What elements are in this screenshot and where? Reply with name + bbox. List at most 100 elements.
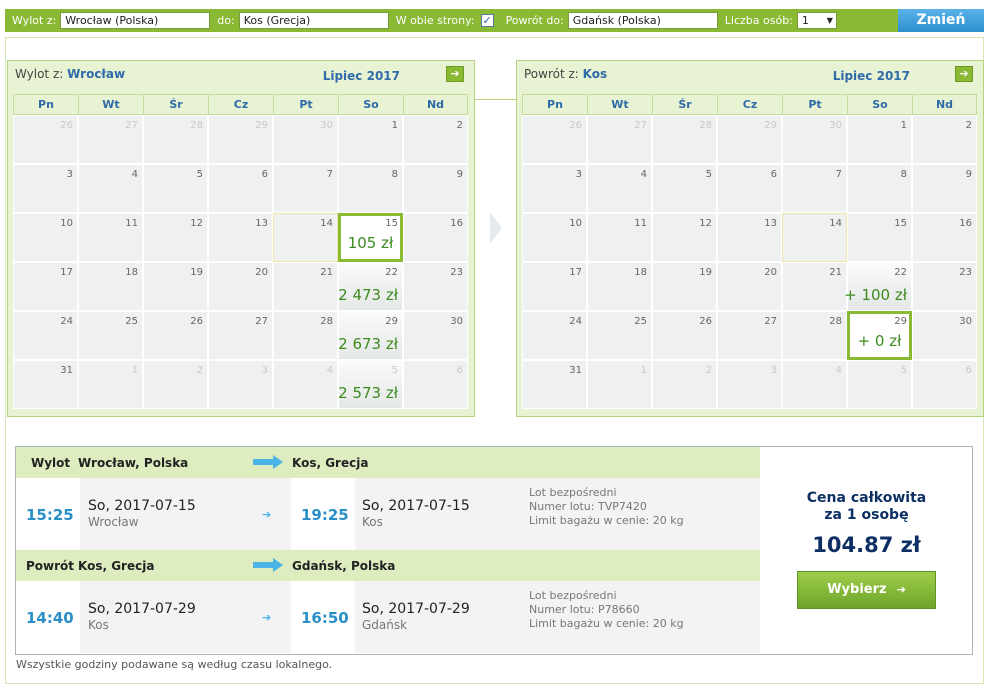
calendar-day[interactable]: 10 bbox=[522, 213, 587, 262]
calendar-day[interactable]: 5 bbox=[143, 164, 208, 213]
calendar-day[interactable]: 18 bbox=[587, 262, 652, 311]
outbound-title-prefix: Wylot z: bbox=[15, 67, 64, 81]
arrow-right-icon bbox=[253, 455, 283, 469]
calendar-day[interactable]: 5 bbox=[652, 164, 717, 213]
calendar-day[interactable]: 19 bbox=[143, 262, 208, 311]
weekday-label: Pt bbox=[273, 94, 338, 115]
calendar-day[interactable]: 24 bbox=[522, 311, 587, 360]
calendar-day[interactable]: 12 bbox=[143, 213, 208, 262]
calendar-day[interactable]: 27 bbox=[78, 115, 143, 164]
calendar-day-selected[interactable]: 15 105 zł bbox=[338, 213, 403, 262]
calendar-day[interactable]: 3 bbox=[522, 164, 587, 213]
calendar-day[interactable]: 22 + 100 zł bbox=[844, 262, 912, 311]
select-button[interactable]: Wybierz ➔ bbox=[797, 571, 936, 609]
calendar-day[interactable]: 13 bbox=[717, 213, 782, 262]
calendar-day[interactable]: 15 bbox=[847, 213, 912, 262]
calendar-day[interactable]: 10 bbox=[13, 213, 78, 262]
persons-select[interactable]: 1 ▼ bbox=[796, 12, 837, 29]
calendar-day[interactable]: 28 bbox=[652, 115, 717, 164]
calendar-day[interactable]: 14 bbox=[782, 213, 847, 262]
calendar-day[interactable]: 23 bbox=[403, 262, 468, 311]
calendar-day[interactable]: 6 bbox=[912, 360, 977, 409]
calendar-day[interactable]: 29 bbox=[208, 115, 273, 164]
day-number: 2 bbox=[965, 120, 972, 131]
day-number: 18 bbox=[634, 267, 647, 278]
calendar-day[interactable]: 4 bbox=[78, 164, 143, 213]
calendar-day[interactable]: 26 bbox=[143, 311, 208, 360]
calendar-day[interactable]: 8 bbox=[847, 164, 912, 213]
calendar-day[interactable]: 16 bbox=[403, 213, 468, 262]
calendar-day[interactable]: 21 bbox=[782, 262, 847, 311]
calendar-day[interactable]: 4 bbox=[587, 164, 652, 213]
calendar-day[interactable]: 30 bbox=[273, 115, 338, 164]
day-price: 2 673 zł bbox=[338, 335, 398, 353]
calendar-day[interactable]: 7 bbox=[782, 164, 847, 213]
calendar-day[interactable]: 4 bbox=[782, 360, 847, 409]
calendar-day[interactable]: 11 bbox=[78, 213, 143, 262]
calendar-day[interactable]: 3 bbox=[13, 164, 78, 213]
calendar-day[interactable]: 17 bbox=[13, 262, 78, 311]
calendar-day-selected[interactable]: 29 + 0 zł bbox=[847, 311, 912, 360]
calendar-day[interactable]: 9 bbox=[403, 164, 468, 213]
calendar-day[interactable]: 20 bbox=[717, 262, 782, 311]
change-button[interactable]: Zmień bbox=[898, 9, 984, 32]
calendar-day[interactable]: 27 bbox=[208, 311, 273, 360]
calendar-day[interactable]: 1 bbox=[78, 360, 143, 409]
calendar-day[interactable]: 2 bbox=[143, 360, 208, 409]
to-input[interactable]: Kos (Grecja) bbox=[238, 12, 389, 29]
calendar-day[interactable]: 12 bbox=[652, 213, 717, 262]
calendar-day[interactable]: 5 2 573 zł bbox=[338, 360, 403, 409]
calendar-day[interactable]: 2 bbox=[403, 115, 468, 164]
day-number: 9 bbox=[456, 169, 463, 180]
calendar-day[interactable]: 30 bbox=[782, 115, 847, 164]
calendar-day[interactable]: 28 bbox=[782, 311, 847, 360]
calendar-day[interactable]: 27 bbox=[587, 115, 652, 164]
calendar-day[interactable]: 1 bbox=[587, 360, 652, 409]
calendar-day[interactable]: 1 bbox=[338, 115, 403, 164]
calendar-day[interactable]: 19 bbox=[652, 262, 717, 311]
calendar-day[interactable]: 4 bbox=[273, 360, 338, 409]
calendar-day[interactable]: 25 bbox=[78, 311, 143, 360]
calendar-day[interactable]: 28 bbox=[143, 115, 208, 164]
return-input[interactable]: Gdańsk (Polska) bbox=[567, 12, 718, 29]
calendar-day[interactable]: 24 bbox=[13, 311, 78, 360]
calendar-day[interactable]: 18 bbox=[78, 262, 143, 311]
arrow-right-icon[interactable]: ➔ bbox=[446, 66, 464, 82]
calendar-day[interactable]: 6 bbox=[208, 164, 273, 213]
calendar-day[interactable]: 2 bbox=[912, 115, 977, 164]
calendar-day[interactable]: 6 bbox=[403, 360, 468, 409]
from-input[interactable]: Wrocław (Polska) bbox=[60, 12, 211, 29]
calendar-day[interactable]: 23 bbox=[912, 262, 977, 311]
calendar-day[interactable]: 26 bbox=[13, 115, 78, 164]
calendar-day[interactable]: 21 bbox=[273, 262, 338, 311]
calendar-day[interactable]: 25 bbox=[587, 311, 652, 360]
calendar-day[interactable]: 27 bbox=[717, 311, 782, 360]
calendar-day[interactable]: 31 bbox=[13, 360, 78, 409]
calendar-day[interactable]: 7 bbox=[273, 164, 338, 213]
calendar-day[interactable]: 6 bbox=[717, 164, 782, 213]
calendar-day[interactable]: 31 bbox=[522, 360, 587, 409]
calendar-day[interactable]: 29 2 673 zł bbox=[338, 311, 403, 360]
roundtrip-checkbox[interactable]: ✓ bbox=[480, 14, 494, 27]
arrow-right-icon[interactable]: ➔ bbox=[955, 66, 973, 82]
calendar-day[interactable]: 1 bbox=[847, 115, 912, 164]
calendar-day[interactable]: 22 2 473 zł bbox=[338, 262, 403, 311]
calendar-day[interactable]: 30 bbox=[403, 311, 468, 360]
calendar-day[interactable]: 11 bbox=[587, 213, 652, 262]
calendar-day[interactable]: 26 bbox=[652, 311, 717, 360]
calendar-day[interactable]: 20 bbox=[208, 262, 273, 311]
calendar-day[interactable]: 28 bbox=[273, 311, 338, 360]
calendar-day[interactable]: 17 bbox=[522, 262, 587, 311]
calendar-day[interactable]: 9 bbox=[912, 164, 977, 213]
calendar-day[interactable]: 30 bbox=[912, 311, 977, 360]
calendar-day[interactable]: 16 bbox=[912, 213, 977, 262]
calendar-day[interactable]: 26 bbox=[522, 115, 587, 164]
calendar-day[interactable]: 14 bbox=[273, 213, 338, 262]
calendar-day[interactable]: 2 bbox=[652, 360, 717, 409]
calendar-day[interactable]: 8 bbox=[338, 164, 403, 213]
calendar-day[interactable]: 3 bbox=[717, 360, 782, 409]
calendar-day[interactable]: 29 bbox=[717, 115, 782, 164]
calendar-day[interactable]: 3 bbox=[208, 360, 273, 409]
calendar-day[interactable]: 5 bbox=[847, 360, 912, 409]
calendar-day[interactable]: 13 bbox=[208, 213, 273, 262]
